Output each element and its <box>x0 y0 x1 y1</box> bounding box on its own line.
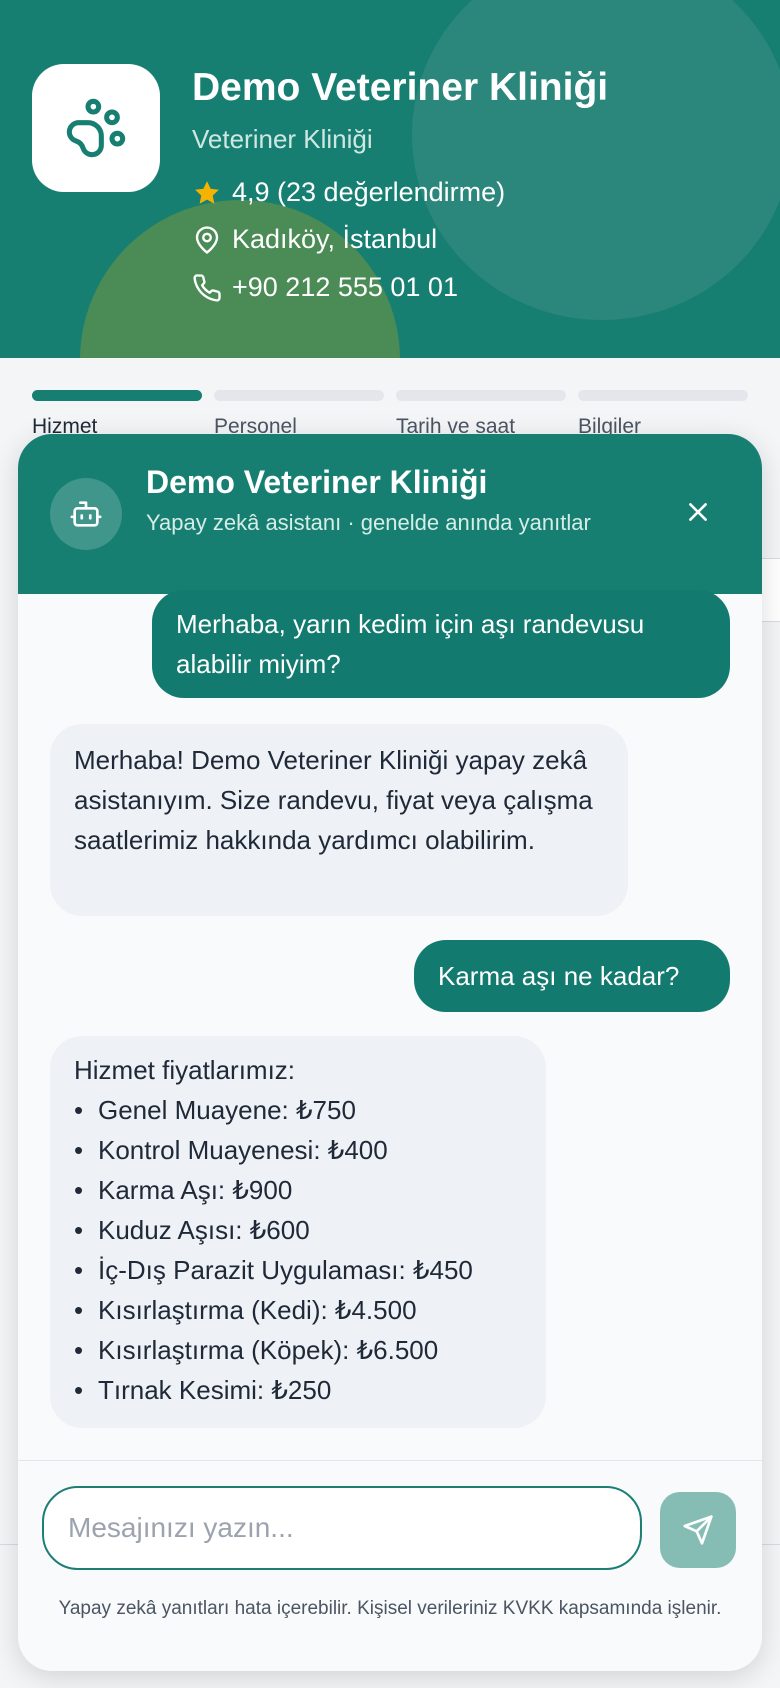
chat-subtitle: Yapay zekâ asistanı · genelde anında yan… <box>146 510 591 535</box>
step-bilgiler[interactable]: Bilgiler <box>578 390 748 439</box>
decorative-circle <box>412 0 780 320</box>
list-item: Karma Aşı: ₺900 <box>74 1170 522 1210</box>
paw-icon <box>66 98 126 158</box>
chat-widget: Demo Veteriner Kliniği Yapay zekâ asista… <box>18 434 762 1671</box>
assistant-message: Merhaba! Demo Veteriner Kliniği yapay ze… <box>50 724 628 916</box>
price-list: Genel Muayene: ₺750 Kontrol Muayenesi: ₺… <box>74 1090 522 1410</box>
rating-row: 4,9 (23 değerlendirme) <box>192 177 505 208</box>
assistant-message: Hizmet fiyatlarımız: Genel Muayene: ₺750… <box>50 1036 546 1428</box>
clinic-header: Demo Veteriner Kliniği Veteriner Kliniği… <box>0 0 780 358</box>
clinic-name: Demo Veteriner Kliniği <box>192 66 609 109</box>
clinic-logo <box>32 64 160 192</box>
user-message: Karma aşı ne kadar? <box>414 940 730 1012</box>
step-personel[interactable]: Personel <box>214 390 384 439</box>
map-pin-icon <box>195 225 219 254</box>
location-text: Kadıköy, İstanbul <box>232 224 438 254</box>
rating-text: 4,9 (23 değerlendirme) <box>232 177 506 207</box>
list-item: Kontrol Muayenesi: ₺400 <box>74 1130 522 1170</box>
step-progress-bar <box>578 390 748 401</box>
close-icon <box>689 503 707 521</box>
list-item: Kuduz Aşısı: ₺600 <box>74 1210 522 1250</box>
list-item: Genel Muayene: ₺750 <box>74 1090 522 1130</box>
robot-icon <box>70 501 102 527</box>
disclaimer: Yapay zekâ yanıtları hata içerebilir. Ki… <box>58 1598 722 1619</box>
step-progress-bar <box>214 390 384 401</box>
chat-title: Demo Veteriner Kliniği <box>146 464 488 500</box>
send-button[interactable] <box>660 1492 736 1568</box>
star-icon <box>195 180 219 204</box>
message-input[interactable] <box>42 1486 642 1570</box>
user-message: Merhaba, yarın kedim için aşı randevusu … <box>152 590 730 698</box>
list-item: Kısırlaştırma (Kedi): ₺4.500 <box>74 1290 522 1330</box>
list-item: İç-Dış Parazit Uygulaması: ₺450 <box>74 1250 522 1290</box>
bot-avatar <box>50 478 122 550</box>
phone-row[interactable]: +90 212 555 01 01 <box>192 272 458 303</box>
composer-divider <box>18 1460 762 1461</box>
step-hizmet[interactable]: Hizmet <box>32 390 202 439</box>
step-progress-bar <box>396 390 566 401</box>
phone-text[interactable]: +90 212 555 01 01 <box>232 272 458 303</box>
list-item: Kısırlaştırma (Köpek): ₺6.500 <box>74 1330 522 1370</box>
phone-icon <box>193 273 221 302</box>
send-icon <box>683 1515 713 1545</box>
clinic-category: Veteriner Kliniği <box>192 124 373 154</box>
list-item: Tırnak Kesimi: ₺250 <box>74 1370 522 1410</box>
step-progress-bar <box>32 390 202 401</box>
close-button[interactable] <box>680 494 716 530</box>
location-row: Kadıköy, İstanbul <box>192 224 437 255</box>
price-list-intro: Hizmet fiyatlarımız: <box>74 1055 296 1085</box>
step-tarih-saat[interactable]: Tarih ve saat <box>396 390 566 439</box>
chat-header: Demo Veteriner Kliniği Yapay zekâ asista… <box>18 434 762 594</box>
